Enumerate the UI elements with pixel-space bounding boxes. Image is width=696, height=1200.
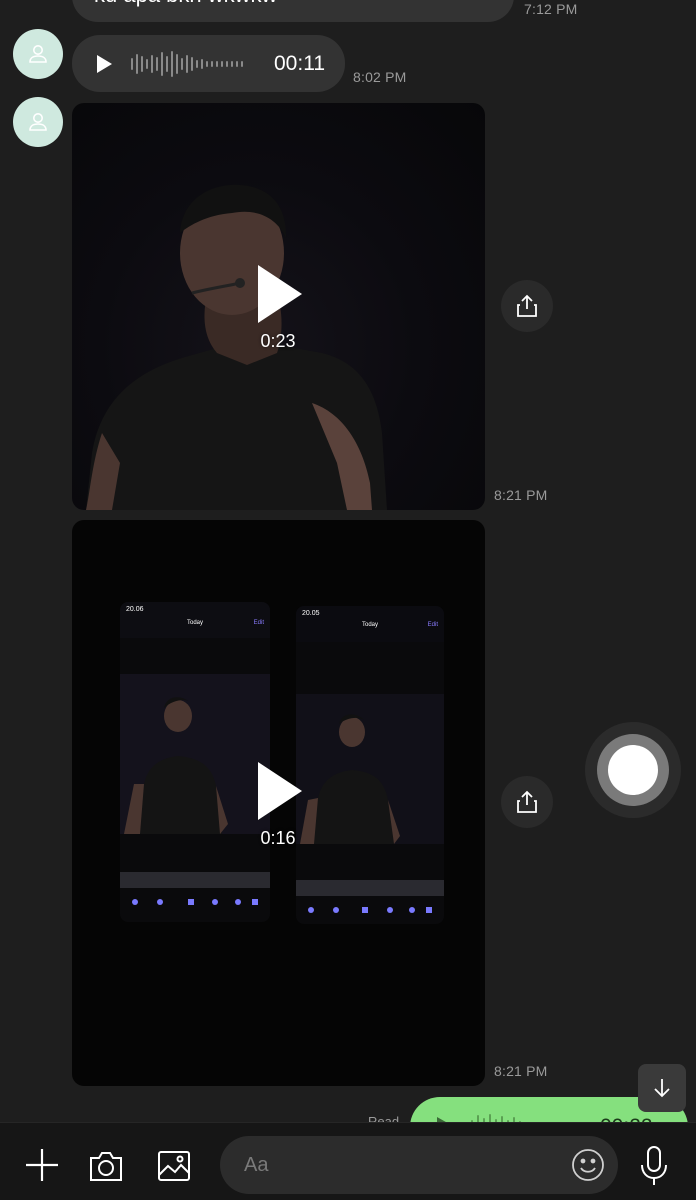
- message-time: 7:12 PM: [524, 1, 578, 17]
- message-time: 8:21 PM: [494, 1063, 548, 1079]
- message-time: 8:02 PM: [353, 69, 407, 85]
- play-icon[interactable]: [248, 758, 308, 824]
- gallery-button[interactable]: [154, 1146, 194, 1186]
- message-bubble-partial[interactable]: ku apa bkn wkwkw: [72, 0, 514, 22]
- image-icon: [158, 1151, 190, 1181]
- play-icon[interactable]: [94, 53, 114, 75]
- status-time: 20.06: [126, 606, 144, 613]
- screen-title: Today: [361, 622, 378, 628]
- message-text: ku apa bkn wkwkw: [94, 0, 277, 8]
- person-icon: [29, 113, 47, 131]
- status-time: 20.05: [302, 610, 320, 617]
- video-duration: 0:16: [260, 828, 296, 848]
- camera-button[interactable]: [86, 1146, 126, 1186]
- record-ring: [597, 734, 669, 806]
- message-time: 8:21 PM: [494, 487, 548, 503]
- share-icon: [517, 790, 537, 813]
- waveform: [131, 50, 243, 77]
- video-overlay: 0:16: [248, 758, 308, 849]
- screen-edit: Edit: [427, 622, 438, 628]
- share-button[interactable]: [501, 280, 553, 332]
- message-input-placeholder: Aa: [244, 1153, 269, 1176]
- video-overlay: 0:23: [248, 261, 308, 352]
- avatar[interactable]: [13, 97, 63, 147]
- plus-icon: [26, 1149, 58, 1181]
- share-icon: [517, 294, 537, 317]
- voice-duration: 00:11: [274, 51, 325, 75]
- add-button[interactable]: [22, 1145, 62, 1185]
- share-button[interactable]: [501, 776, 553, 828]
- record-button[interactable]: [585, 722, 681, 818]
- avatar[interactable]: [13, 29, 63, 79]
- screen-title: Today: [186, 620, 203, 626]
- video-message[interactable]: 0:23: [72, 103, 485, 510]
- voice-message[interactable]: 00:11: [72, 35, 345, 92]
- screen-edit: Edit: [253, 620, 264, 626]
- scroll-down-button[interactable]: [638, 1064, 686, 1112]
- microphone-icon: [641, 1146, 667, 1185]
- record-dot: [608, 745, 658, 795]
- mic-button[interactable]: [636, 1144, 672, 1188]
- emoji-icon[interactable]: [570, 1147, 606, 1183]
- video-message[interactable]: 20.06 Today Edit 20.05 Today Edit 0:16: [72, 520, 485, 1086]
- person-icon: [29, 45, 47, 63]
- camera-icon: [90, 1152, 122, 1181]
- arrow-down-icon: [654, 1079, 670, 1098]
- video-duration: 0:23: [260, 331, 296, 351]
- play-icon[interactable]: [248, 261, 308, 327]
- embedded-screenshot: 20.05 Today Edit: [296, 606, 444, 924]
- message-input[interactable]: Aa: [220, 1136, 618, 1194]
